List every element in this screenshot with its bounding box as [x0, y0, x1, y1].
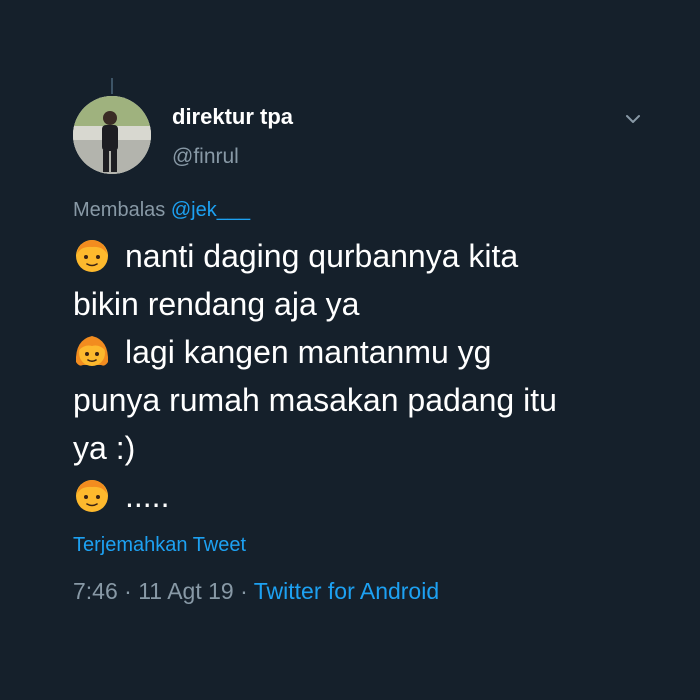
- display-name[interactable]: direktur tpa: [172, 104, 293, 130]
- tweet-line: punya rumah masakan padang itu: [73, 376, 653, 424]
- avatar[interactable]: [73, 96, 151, 174]
- tweet-line-text: lagi kangen mantanmu yg: [125, 334, 492, 370]
- reply-mention-link[interactable]: @jek___: [171, 199, 250, 221]
- tweet-metadata: 7:46 · 11 Agt 19 · Twitter for Android: [73, 578, 439, 605]
- tweet-line: ya :): [73, 424, 653, 472]
- thread-connector-line: [111, 78, 113, 94]
- girl-face-icon: [75, 336, 109, 366]
- tweet-text: nanti daging qurbannya kita bikin rendan…: [73, 232, 653, 520]
- avatar-photo-icon: [73, 96, 151, 174]
- user-handle[interactable]: @finrul: [172, 145, 239, 169]
- tweet-date[interactable]: 11 Agt 19: [138, 578, 234, 604]
- tweet-line-text: punya rumah masakan padang itu: [73, 382, 557, 418]
- tweet-source-link[interactable]: Twitter for Android: [254, 578, 439, 604]
- tweet-line-text: nanti daging qurbannya kita: [125, 238, 519, 274]
- tweet-time[interactable]: 7:46: [73, 578, 118, 604]
- tweet-line-text: .....: [125, 478, 170, 514]
- tweet-line-text: bikin rendang aja ya: [73, 286, 360, 322]
- tweet-line: .....: [73, 472, 653, 520]
- reply-prefix: Membalas: [73, 199, 166, 221]
- meta-separator: ·: [124, 578, 132, 604]
- meta-separator: ·: [240, 578, 248, 604]
- boy-face-icon: [76, 240, 108, 272]
- tweet-line: nanti daging qurbannya kita: [73, 232, 653, 280]
- chevron-down-icon[interactable]: [622, 108, 644, 130]
- tweet-line: lagi kangen mantanmu yg: [73, 328, 653, 376]
- boy-face-icon: [76, 480, 108, 512]
- tweet-line: bikin rendang aja ya: [73, 280, 653, 328]
- translate-tweet-link[interactable]: Terjemahkan Tweet: [73, 534, 246, 557]
- reply-context: Membalas @jek___: [73, 199, 250, 222]
- tweet-line-text: ya :): [73, 430, 136, 466]
